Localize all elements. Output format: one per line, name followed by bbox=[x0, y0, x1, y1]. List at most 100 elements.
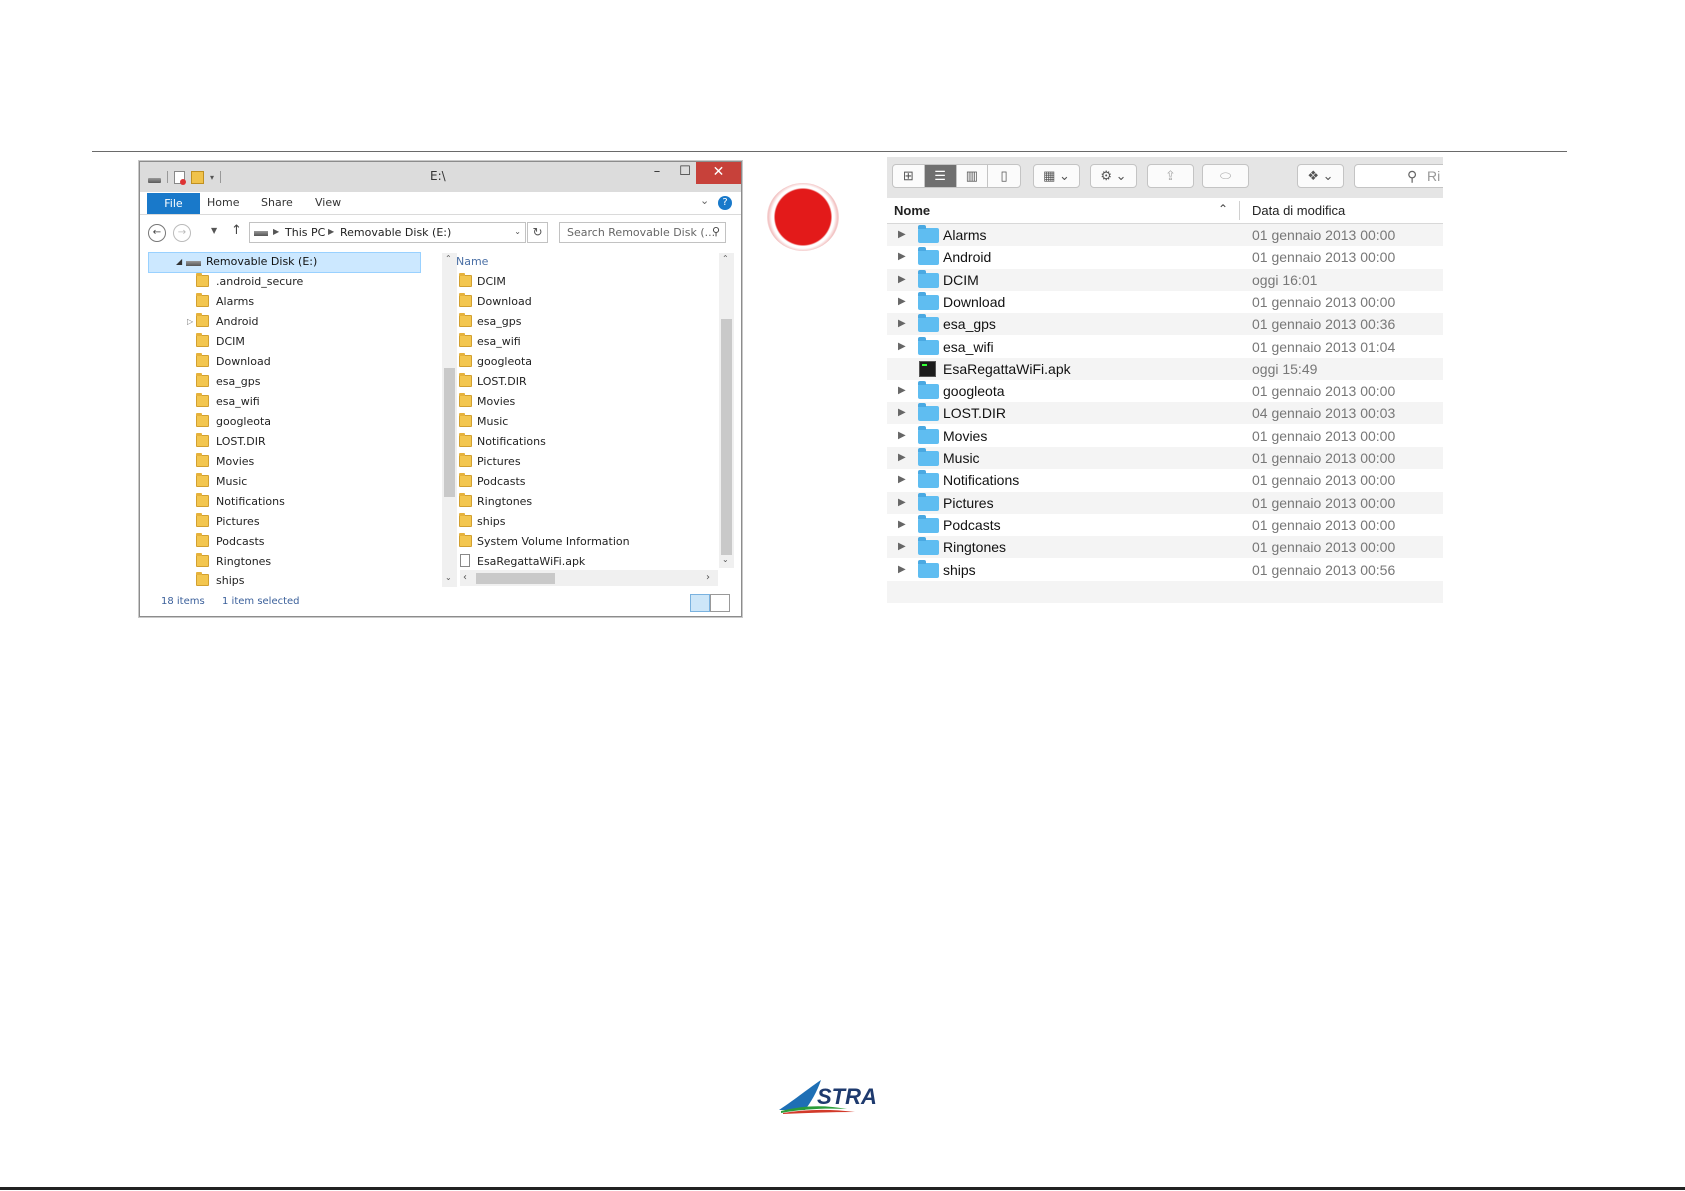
scroll-right-icon[interactable]: › bbox=[706, 572, 710, 583]
icon-view-icon[interactable]: ⊞ bbox=[893, 165, 925, 187]
finder-row[interactable]: ▶ Alarms 01 gennaio 2013 00:00 bbox=[887, 224, 1443, 246]
list-view-icon[interactable]: ☰ bbox=[924, 165, 957, 187]
sort-ascending-icon[interactable]: ⌃ bbox=[1218, 202, 1228, 216]
recent-locations-dropdown[interactable]: ▼ bbox=[211, 226, 217, 235]
tree-item[interactable]: ▷ Android bbox=[148, 312, 419, 331]
finder-row[interactable]: ▶ Pictures 01 gennaio 2013 00:00 bbox=[887, 491, 1443, 514]
list-item[interactable]: Music bbox=[440, 412, 690, 431]
list-item[interactable]: esa_gps bbox=[440, 312, 690, 331]
list-item[interactable]: Movies bbox=[440, 392, 690, 411]
view-mode-segmented-control[interactable]: ⊞ ☰ ▥ ▯ bbox=[892, 164, 1021, 188]
tree-item[interactable]: esa_wifi bbox=[148, 392, 419, 411]
tree-item[interactable]: .android_secure bbox=[148, 272, 419, 291]
scroll-up-icon[interactable]: ⌃ bbox=[722, 254, 729, 263]
address-bar[interactable]: ▶ This PC ▶ Removable Disk (E:) ⌄ bbox=[249, 222, 526, 243]
list-item[interactable]: googleota bbox=[440, 352, 690, 371]
disclosure-triangle-icon[interactable]: ▶ bbox=[898, 430, 906, 441]
disclosure-triangle-icon[interactable]: ▶ bbox=[898, 407, 906, 418]
maximize-button[interactable]: ☐ bbox=[671, 162, 699, 184]
disclosure-triangle-icon[interactable]: ▶ bbox=[898, 274, 906, 285]
tree-item-removable-disk[interactable]: ◢ Removable Disk (E:) bbox=[148, 252, 421, 273]
disclosure-triangle-icon[interactable]: ▶ bbox=[898, 497, 906, 508]
search-input[interactable]: Search Removable Disk (... ⚲ bbox=[559, 222, 726, 243]
column-header-modified[interactable]: Data di modifica bbox=[1252, 203, 1345, 218]
list-item[interactable]: ships bbox=[440, 512, 690, 531]
finder-row[interactable]: ▶ Podcasts 01 gennaio 2013 00:00 bbox=[887, 514, 1443, 536]
list-item[interactable]: System Volume Information bbox=[440, 532, 690, 551]
finder-row[interactable]: ▶ ships 01 gennaio 2013 00:56 bbox=[887, 559, 1443, 581]
details-view-icon[interactable] bbox=[690, 594, 710, 612]
list-item[interactable]: esa_wifi bbox=[440, 332, 690, 351]
arrange-button[interactable]: ▦ ⌄ bbox=[1033, 164, 1080, 188]
disclosure-triangle-icon[interactable]: ▶ bbox=[898, 452, 906, 463]
finder-row[interactable]: ▶ Download 01 gennaio 2013 00:00 bbox=[887, 291, 1443, 313]
tab-share[interactable]: Share bbox=[261, 196, 293, 209]
scrollbar-thumb[interactable] bbox=[476, 573, 555, 584]
tree-item[interactable]: Ringtones bbox=[148, 552, 419, 571]
help-icon[interactable]: ? bbox=[718, 196, 732, 210]
finder-row[interactable]: ▶ esa_wifi 01 gennaio 2013 01:04 bbox=[887, 336, 1443, 358]
refresh-button[interactable]: ↻ bbox=[527, 222, 548, 243]
horizontal-scrollbar[interactable]: ‹ › bbox=[460, 570, 718, 586]
dropbox-button[interactable]: ❖ ⌄ bbox=[1297, 164, 1344, 188]
breadcrumb-separator-icon[interactable]: ▶ bbox=[273, 227, 279, 236]
drive-icon[interactable] bbox=[148, 177, 161, 183]
action-gear-button[interactable]: ⚙ ⌄ bbox=[1090, 164, 1137, 188]
finder-row[interactable]: ▶ Notifications 01 gennaio 2013 00:00 bbox=[887, 469, 1443, 491]
tree-item[interactable]: Pictures bbox=[148, 512, 419, 531]
scroll-down-icon[interactable]: ⌄ bbox=[445, 573, 452, 582]
disclosure-triangle-icon[interactable]: ▶ bbox=[898, 564, 906, 575]
tree-item[interactable]: DCIM bbox=[148, 332, 419, 351]
tree-item[interactable]: Podcasts bbox=[148, 532, 419, 551]
tree-item[interactable]: ships bbox=[148, 571, 419, 586]
close-button[interactable]: ✕ bbox=[696, 162, 741, 184]
column-divider[interactable] bbox=[1239, 201, 1240, 220]
breadcrumb-separator-icon[interactable]: ▶ bbox=[328, 227, 334, 236]
tab-view[interactable]: View bbox=[315, 196, 341, 209]
list-item[interactable]: Download bbox=[440, 292, 690, 311]
disclosure-triangle-icon[interactable]: ▶ bbox=[898, 519, 906, 530]
tags-button[interactable]: ⬭ bbox=[1202, 164, 1249, 188]
customize-dropdown-icon[interactable]: ▾ bbox=[210, 173, 214, 182]
column-header-name[interactable]: Name bbox=[456, 255, 488, 268]
finder-row[interactable]: ▶ googleota 01 gennaio 2013 00:00 bbox=[887, 380, 1443, 402]
column-view-icon[interactable]: ▥ bbox=[957, 165, 989, 187]
cover-flow-view-icon[interactable]: ▯ bbox=[988, 165, 1020, 187]
tab-file[interactable]: File bbox=[147, 193, 200, 214]
finder-row[interactable]: ▶ LOST.DIR 04 gennaio 2013 00:03 bbox=[887, 402, 1443, 425]
tree-item[interactable]: Alarms bbox=[148, 292, 419, 311]
list-item[interactable]: EsaRegattaWiFi.apk bbox=[440, 552, 690, 571]
tree-item[interactable]: esa_gps bbox=[148, 372, 419, 391]
disclosure-triangle-icon[interactable]: ▶ bbox=[898, 296, 906, 307]
tree-item[interactable]: googleota bbox=[148, 412, 419, 431]
tree-item[interactable]: LOST.DIR bbox=[148, 432, 419, 451]
minimize-button[interactable]: – bbox=[643, 162, 671, 184]
list-item[interactable]: Podcasts bbox=[440, 472, 690, 491]
finder-row[interactable]: ▶ Music 01 gennaio 2013 00:00 bbox=[887, 447, 1443, 469]
disclosure-triangle-icon[interactable]: ▶ bbox=[898, 474, 906, 485]
finder-row[interactable]: EsaRegattaWiFi.apk oggi 15:49 bbox=[887, 357, 1443, 380]
share-button[interactable]: ⇪ bbox=[1147, 164, 1194, 188]
disclosure-triangle-icon[interactable]: ▶ bbox=[898, 541, 906, 552]
scrollbar-thumb[interactable] bbox=[721, 319, 732, 555]
finder-row[interactable]: ▶ DCIM oggi 16:01 bbox=[887, 268, 1443, 291]
search-field[interactable]: ⚲ Ri bbox=[1354, 164, 1443, 188]
list-item[interactable]: Notifications bbox=[440, 432, 690, 451]
tree-item[interactable]: Notifications bbox=[148, 492, 419, 511]
up-button[interactable]: ↑ bbox=[231, 223, 242, 238]
list-item[interactable]: Ringtones bbox=[440, 492, 690, 511]
finder-row[interactable]: ▶ esa_gps 01 gennaio 2013 00:36 bbox=[887, 313, 1443, 336]
breadcrumb-removable-disk[interactable]: Removable Disk (E:) bbox=[340, 226, 451, 239]
large-icons-view-icon[interactable] bbox=[710, 594, 730, 612]
collapse-arrow-icon[interactable]: ◢ bbox=[176, 257, 182, 266]
finder-row[interactable]: ▶ Ringtones 01 gennaio 2013 00:00 bbox=[887, 536, 1443, 559]
finder-row[interactable]: ▶ Android 01 gennaio 2013 00:00 bbox=[887, 246, 1443, 268]
scroll-down-icon[interactable]: ⌄ bbox=[722, 555, 729, 564]
disclosure-triangle-icon[interactable]: ▶ bbox=[898, 385, 906, 396]
tab-home[interactable]: Home bbox=[207, 196, 239, 209]
file-list-scrollbar[interactable]: ⌃ ⌄ bbox=[719, 253, 734, 568]
list-item[interactable]: DCIM bbox=[440, 272, 690, 291]
properties-icon[interactable] bbox=[174, 170, 186, 185]
scroll-left-icon[interactable]: ‹ bbox=[463, 572, 467, 583]
expand-arrow-icon[interactable]: ▷ bbox=[187, 317, 193, 326]
